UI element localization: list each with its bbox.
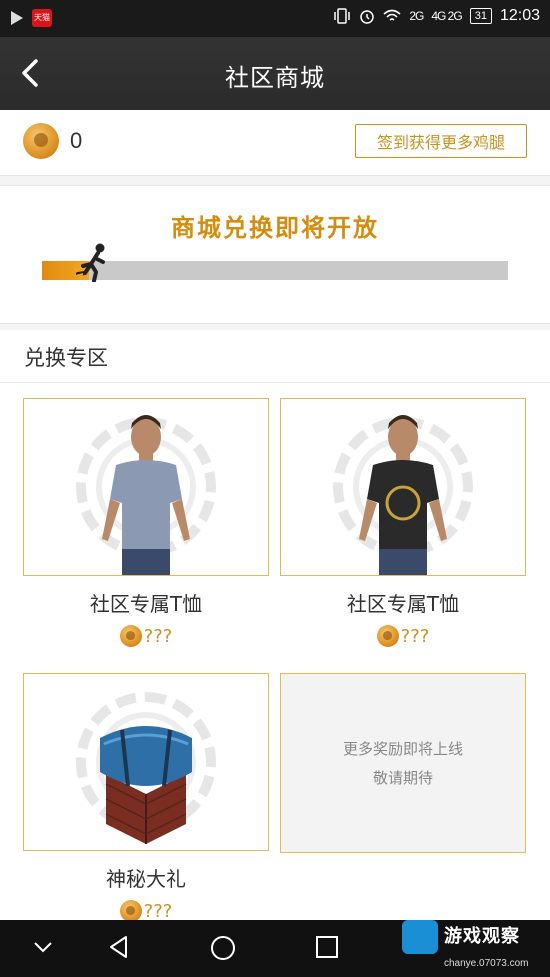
item-name: 社区专属T恤 <box>346 592 460 616</box>
more-rewards-placeholder: 更多奖励即将上线 敬请期待 <box>280 673 526 853</box>
status-bar: 天猫 2G 4G 2G 31 12:03 <box>0 0 550 37</box>
item-name: 社区专属T恤 <box>89 592 203 616</box>
exchange-item-mystery-gift[interactable]: 神秘大礼 ??? <box>23 673 269 922</box>
exchange-item-tshirt-blue[interactable]: 社区专属T恤 ??? <box>23 398 269 647</box>
watermark-title: 游戏观察 <box>444 926 520 946</box>
signal-2-label: 4G 2G <box>431 9 462 23</box>
recents-nav-icon[interactable] <box>314 934 340 960</box>
drumstick-coin-icon <box>119 625 142 647</box>
character-tshirt-image <box>359 415 447 575</box>
item-image-frame <box>23 398 269 576</box>
watermark-logo-icon <box>402 920 438 954</box>
item-price-value: ??? <box>400 625 430 647</box>
battery-indicator: 31 <box>469 8 492 24</box>
item-price: ??? <box>280 625 526 647</box>
hide-keyboard-chevron-icon[interactable] <box>30 934 56 960</box>
store-opening-progress-card: 商城兑换即将开放 <box>0 185 550 324</box>
drumstick-coin-icon <box>23 123 59 159</box>
alarm-icon <box>360 10 375 24</box>
points-bar: 0 签到获得更多鸡腿 <box>0 110 550 176</box>
item-name: 神秘大礼 <box>106 867 186 891</box>
clock: 12:03 <box>499 7 540 24</box>
app-header: 社区商城 <box>0 37 550 110</box>
back-nav-icon[interactable] <box>106 934 132 960</box>
divider <box>0 382 550 383</box>
watermark: 游戏观察 chanye.07073.com <box>400 918 550 977</box>
tmall-app-icon: 天猫 <box>32 9 52 27</box>
item-price: ??? <box>23 625 269 647</box>
section-title: 兑换专区 <box>24 346 108 370</box>
coming-soon-line-2: 敬请期待 <box>372 769 433 787</box>
vibrate-icon <box>334 8 351 24</box>
exchange-item-tshirt-black[interactable]: 社区专属T恤 ??? <box>280 398 526 647</box>
play-store-icon <box>11 11 23 25</box>
drumstick-coin-icon <box>119 900 142 922</box>
points-count: 0 <box>70 128 83 153</box>
airdrop-crate-image <box>100 726 192 844</box>
runner-icon <box>74 243 105 282</box>
watermark-url: chanye.07073.com <box>444 958 529 969</box>
item-price-value: ??? <box>143 900 173 922</box>
signal-1-label: 2G <box>409 9 424 23</box>
item-image-frame <box>23 673 269 851</box>
wifi-icon <box>383 9 401 21</box>
coming-soon-line-1: 更多奖励即将上线 <box>342 740 463 758</box>
home-nav-icon[interactable] <box>209 934 237 962</box>
item-price: ??? <box>23 900 269 922</box>
drumstick-coin-icon <box>376 625 399 647</box>
page-title: 社区商城 <box>225 64 325 92</box>
character-tshirt-image <box>102 415 190 575</box>
item-price-value: ??? <box>143 625 173 647</box>
progress-headline: 商城兑换即将开放 <box>171 214 379 242</box>
signin-for-more-button[interactable]: 签到获得更多鸡腿 <box>355 124 527 158</box>
item-image-frame <box>280 398 526 576</box>
